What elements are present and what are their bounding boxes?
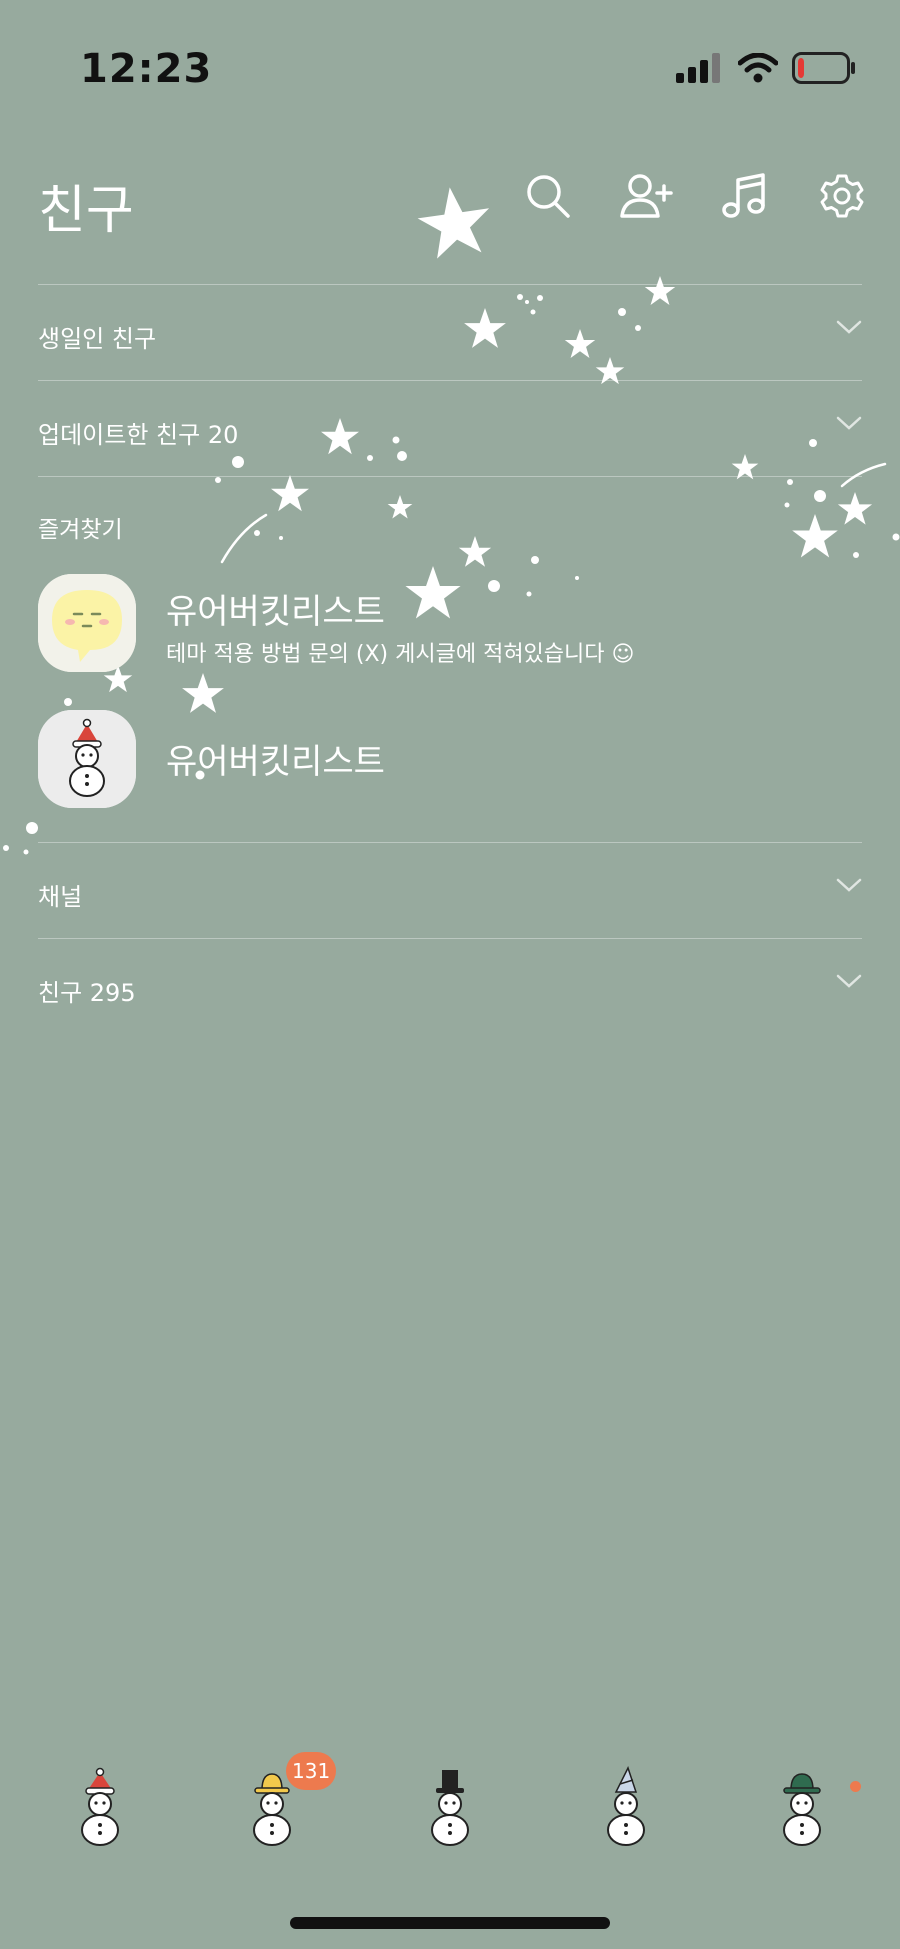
section-label: 생일인 친구 [38,325,157,353]
status-bar: 12:23 [0,0,900,140]
favorites-header: 즐겨찾기 [38,517,123,543]
avatar[interactable] [38,710,136,808]
tab-shopping[interactable] [576,1760,676,1860]
home-indicator[interactable] [290,1917,610,1929]
divider [38,476,862,477]
birthday-friends-section[interactable]: 생일인 친구 [38,284,862,381]
battery-icon [792,52,855,84]
snowman-top-hat-icon [431,1770,469,1846]
updated-friends-section[interactable]: 업데이트한 친구 20 [38,380,862,477]
section-label: 친구 295 [38,979,136,1007]
add-friend-icon [620,174,673,218]
tab-chats[interactable]: 131 [222,1752,337,1860]
friend-status-message: 테마 적용 방법 문의 (X) 게시글에 적혀있습니다 ☺ [166,642,635,667]
snowman-icon [38,710,136,808]
snowman-red-hat-icon [81,1767,119,1846]
section-label: 업데이트한 친구 20 [38,421,239,449]
unread-badge: 131 [286,1752,337,1790]
tab-more[interactable] [752,1760,852,1860]
chevron-down-icon [836,974,862,988]
header-actions [518,166,872,226]
music-note-icon [722,173,765,218]
friends-section[interactable]: 친구 295 [38,938,862,1035]
cellular-signal-icon [676,53,720,83]
tab-bar: 131 [0,1752,900,1870]
status-icons [676,52,856,84]
avatar[interactable] [38,574,136,672]
music-button[interactable] [714,166,774,226]
tab-view[interactable] [400,1760,500,1860]
chevron-down-icon [836,416,862,430]
snowman-green-hat-icon [783,1773,821,1846]
chevron-down-icon [836,878,862,892]
friend-name: 유어버킷리스트 [166,592,385,632]
chevron-down-icon [836,320,862,334]
search-button[interactable] [518,166,578,226]
friend-name: 유어버킷리스트 [166,742,385,782]
wifi-icon [738,53,778,83]
gear-icon [820,174,864,218]
tab-friends[interactable] [50,1760,150,1860]
channel-section[interactable]: 채널 [38,842,862,939]
header: 친구 [0,160,900,270]
add-friend-button[interactable] [616,166,676,226]
favorite-item[interactable]: 유어버킷리스트 [38,710,862,820]
search-icon [527,175,570,218]
section-label: 채널 [38,883,83,911]
settings-button[interactable] [812,166,872,226]
page-title: 친구 [38,181,134,241]
new-indicator-dot [850,1781,861,1792]
snowman-party-hat-icon [607,1766,645,1846]
speech-bubble-face-icon [38,574,136,672]
favorite-item[interactable]: 유어버킷리스트 테마 적용 방법 문의 (X) 게시글에 적혀있습니다 ☺ [38,574,862,684]
status-time: 12:23 [80,46,213,92]
